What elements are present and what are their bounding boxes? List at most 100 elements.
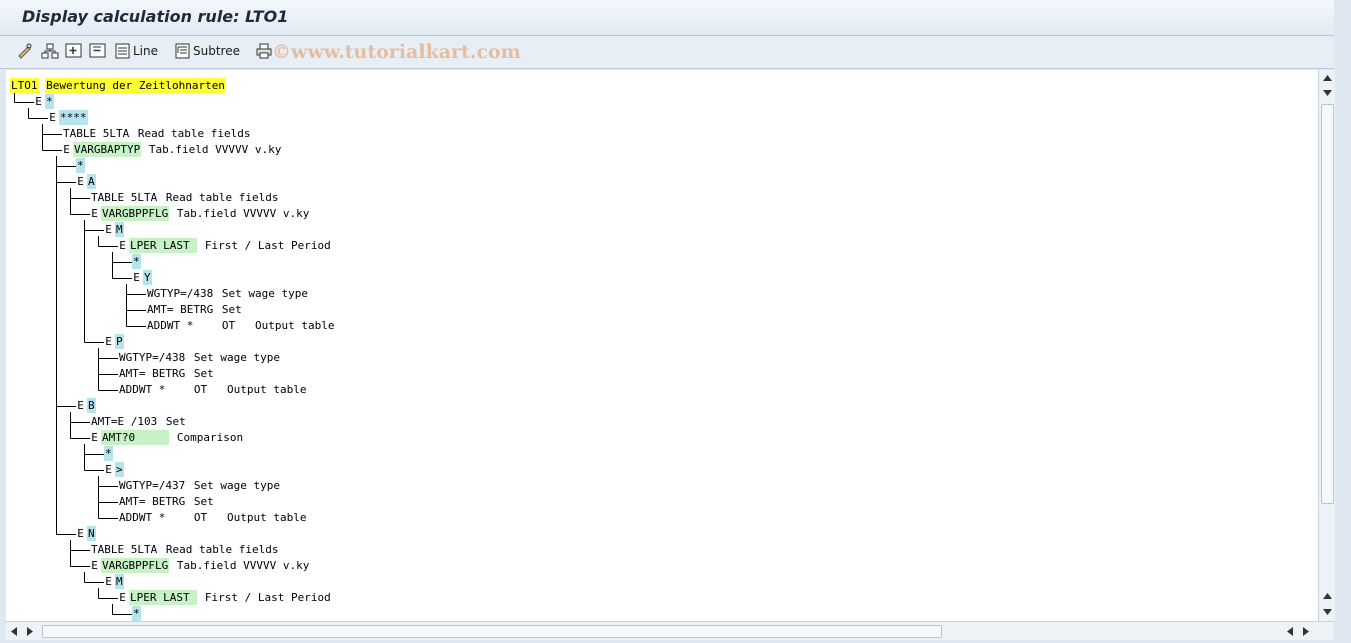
tree-row[interactable]: *	[104, 446, 113, 461]
tree-row[interactable]: WGTYP=/438 Set wage type	[118, 350, 281, 365]
operation-cell[interactable]: *	[132, 606, 141, 621]
node-expand-marker[interactable]: E	[76, 398, 85, 413]
horizontal-scroll-thumb[interactable]	[42, 625, 942, 638]
tree-row[interactable]: E VARGBPPFLG Tab.field VVVVV v.ky	[90, 206, 310, 221]
tree-row[interactable]: EN	[76, 526, 96, 541]
where-used-button[interactable]	[41, 42, 59, 60]
tree-row[interactable]: WGTYP=/437 Set wage type	[118, 478, 281, 493]
node-expand-marker[interactable]: E	[76, 174, 85, 189]
subtree-button[interactable]: Subtree	[175, 42, 240, 60]
tree-row[interactable]: EY	[132, 270, 152, 285]
horizontal-scrollbar[interactable]	[6, 621, 1334, 640]
operation-cell[interactable]: *	[104, 446, 113, 461]
node-expand-marker[interactable]: E	[104, 462, 113, 477]
operation-cell[interactable]: AMT= BETRG	[146, 302, 215, 317]
operation-cell[interactable]: LPER LAST	[129, 590, 198, 605]
node-expand-marker[interactable]: E	[132, 270, 141, 285]
operation-cell[interactable]: AMT?0	[101, 430, 170, 445]
tree-row[interactable]: EM	[104, 574, 124, 589]
print-button[interactable]	[256, 42, 272, 60]
tree-row[interactable]: LTO1 Bewertung der Zeitlohnarten	[10, 78, 226, 93]
tree-row[interactable]: E ****	[48, 110, 88, 125]
collapse-subtree-button[interactable]	[89, 42, 107, 60]
tree-row[interactable]: *	[132, 606, 141, 621]
node-expand-marker[interactable]: E	[104, 574, 113, 589]
tree-row[interactable]: EA	[76, 174, 96, 189]
operation-cell[interactable]: *	[45, 94, 54, 109]
scroll-up-arrow-icon[interactable]	[1319, 72, 1335, 84]
line-button[interactable]: Line	[115, 42, 158, 60]
operation-cell[interactable]: TABLE 5LTA	[90, 542, 159, 557]
page-up-arrow-icon[interactable]	[1319, 87, 1335, 99]
operation-cell[interactable]: >	[115, 462, 124, 477]
tree-row[interactable]: ADDWT * OT Output table	[146, 318, 335, 333]
tree-row[interactable]: E *	[34, 94, 54, 109]
operation-cell[interactable]: LTO1	[10, 78, 39, 93]
operation-cell[interactable]: LPER LAST	[129, 238, 198, 253]
tree-row[interactable]: EP	[104, 334, 124, 349]
operation-cell[interactable]: VARGBPPFLG	[101, 558, 170, 573]
operation-cell[interactable]: AMT= BETRG	[118, 494, 187, 509]
tree-row[interactable]: WGTYP=/438 Set wage type	[146, 286, 309, 301]
node-expand-marker[interactable]: E	[118, 238, 127, 253]
tree-row[interactable]: TABLE 5LTA Read table fields	[90, 542, 279, 557]
tree-row[interactable]: E LPER LAST First / Last Period	[118, 238, 332, 253]
operation-cell[interactable]: TABLE 5LTA	[90, 190, 159, 205]
tree-row[interactable]: *	[76, 158, 85, 173]
node-expand-marker[interactable]: E	[34, 94, 43, 109]
operation-cell[interactable]: M	[115, 222, 124, 237]
tree-row[interactable]: TABLE 5LTA Read table fields	[90, 190, 279, 205]
tree-row[interactable]: E VARGBPPFLG Tab.field VVVVV v.ky	[90, 558, 310, 573]
tree-row[interactable]: TABLE 5LTA Read table fields	[62, 126, 251, 141]
page-right-arrow-icon[interactable]	[24, 625, 36, 637]
node-expand-marker[interactable]: E	[90, 558, 99, 573]
operation-cell[interactable]: WGTYP=/438	[146, 286, 215, 301]
scroll-left-arrow-icon[interactable]	[8, 625, 20, 637]
operation-cell[interactable]: AMT=E /103	[90, 414, 159, 429]
tree-row[interactable]: *	[132, 254, 141, 269]
operation-cell[interactable]: Y	[143, 270, 152, 285]
tree-row[interactable]: AMT=E /103 Set	[90, 414, 187, 429]
tree-row[interactable]: EB	[76, 398, 96, 413]
operation-cell[interactable]: ****	[59, 110, 88, 125]
tree-row[interactable]: AMT= BETRG Set	[146, 302, 243, 317]
operation-cell[interactable]: A	[87, 174, 96, 189]
operation-cell[interactable]: AMT= BETRG	[118, 366, 187, 381]
node-expand-marker[interactable]: E	[90, 206, 99, 221]
page-left-arrow-icon[interactable]	[1284, 625, 1296, 637]
vertical-scroll-thumb[interactable]	[1321, 104, 1334, 504]
tree-row[interactable]: AMT= BETRG Set	[118, 366, 215, 381]
expand-subtree-button[interactable]	[65, 42, 83, 60]
node-expand-marker[interactable]: E	[76, 526, 85, 541]
operation-cell[interactable]: P	[115, 334, 124, 349]
node-expand-marker[interactable]: E	[62, 142, 71, 157]
tree-row[interactable]: AMT= BETRG Set	[118, 494, 215, 509]
node-expand-marker[interactable]: E	[48, 110, 57, 125]
scroll-right-arrow-icon[interactable]	[1300, 625, 1312, 637]
operation-cell[interactable]: B	[87, 398, 96, 413]
node-expand-marker[interactable]: E	[118, 590, 127, 605]
page-down-up-arrow-icon[interactable]	[1319, 590, 1335, 602]
tree-row[interactable]: E LPER LAST First / Last Period	[118, 590, 332, 605]
tree-row[interactable]: E VARGBAPTYP Tab.field VVVVV v.ky	[62, 142, 282, 157]
tree-row[interactable]: E >	[104, 462, 124, 477]
operation-cell[interactable]: *	[132, 254, 141, 269]
operation-cell[interactable]: N	[87, 526, 96, 541]
operation-cell[interactable]: M	[115, 574, 124, 589]
operation-cell[interactable]: *	[76, 158, 85, 173]
operation-cell[interactable]: TABLE 5LTA	[62, 126, 131, 141]
node-expand-marker[interactable]: E	[104, 222, 113, 237]
operation-cell[interactable]: VARGBAPTYP	[73, 142, 142, 157]
operation-cell[interactable]: ADDWT *	[146, 318, 215, 333]
tree-row[interactable]: ADDWT * OT Output table	[118, 382, 307, 397]
operation-cell[interactable]: ADDWT *	[118, 382, 187, 397]
display-change-button[interactable]	[17, 42, 35, 60]
operation-cell[interactable]: WGTYP=/437	[118, 478, 187, 493]
vertical-scrollbar[interactable]	[1318, 70, 1335, 621]
tree-row[interactable]: EM	[104, 222, 124, 237]
node-expand-marker[interactable]: E	[90, 430, 99, 445]
operation-cell[interactable]: ADDWT *	[118, 510, 187, 525]
tree-row[interactable]: ADDWT * OT Output table	[118, 510, 307, 525]
operation-cell[interactable]: WGTYP=/438	[118, 350, 187, 365]
operation-cell[interactable]: VARGBPPFLG	[101, 206, 170, 221]
